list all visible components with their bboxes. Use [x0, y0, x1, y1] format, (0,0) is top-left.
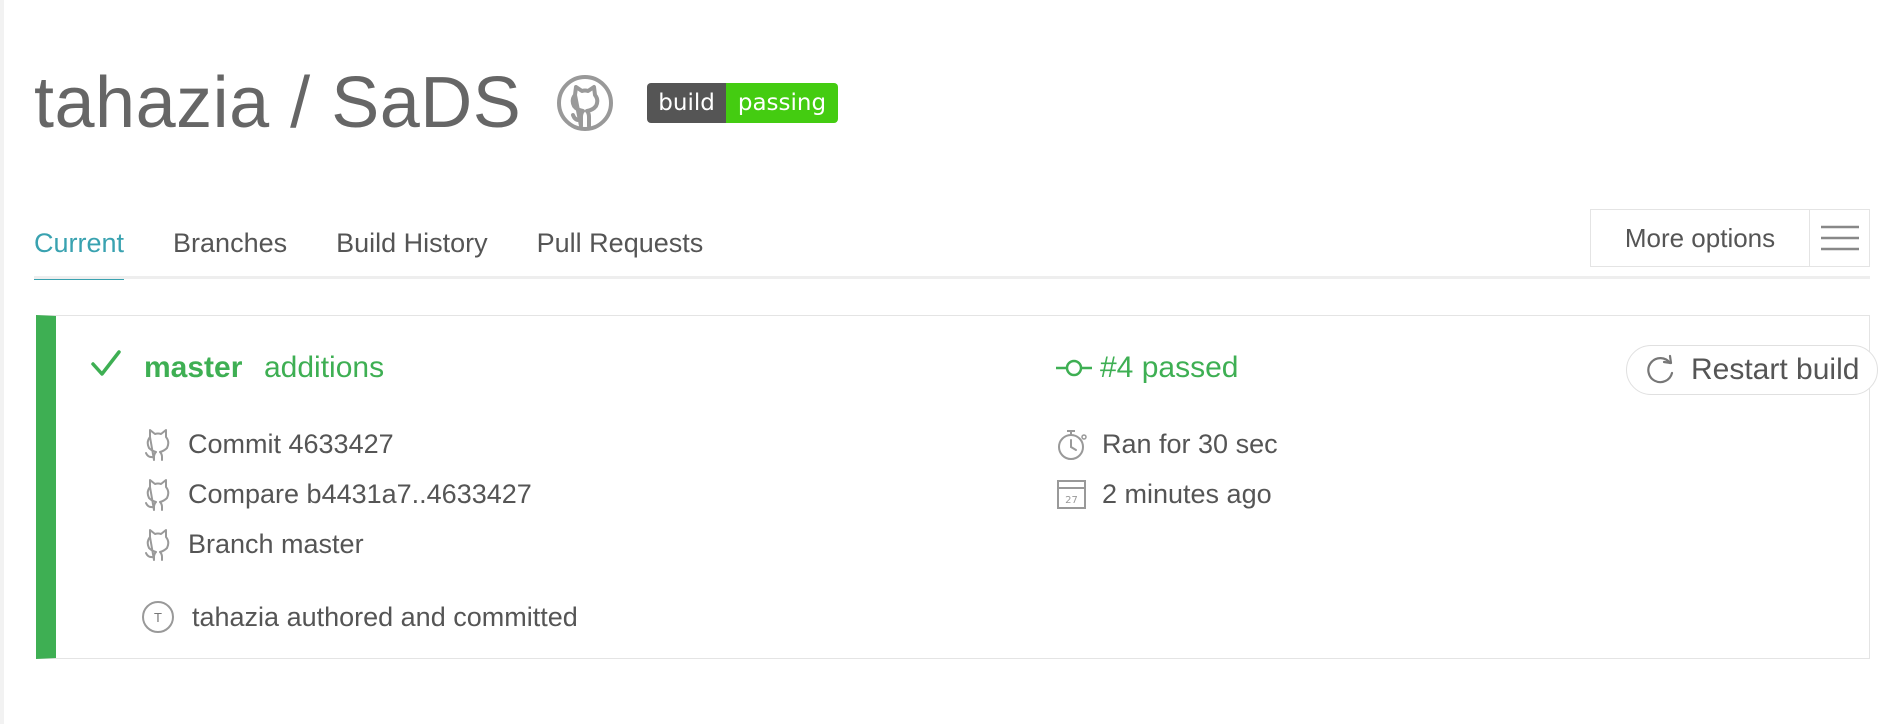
author-avatar: T — [142, 601, 174, 633]
tab-current[interactable]: Current — [34, 222, 125, 280]
github-octocat-icon — [145, 479, 170, 511]
repo-header: tahazia / SaDS build passing — [34, 58, 839, 148]
calendar-day: 27 — [1065, 495, 1078, 506]
commit-link[interactable]: Commit 4633427 — [188, 429, 394, 460]
menu-toggle[interactable] — [1810, 210, 1869, 266]
commit-message: additions — [264, 351, 385, 384]
repo-tabs: Current Branches Build History Pull Requ… — [34, 222, 752, 280]
compare-link[interactable]: Compare b4431a7..4633427 — [188, 479, 532, 510]
commit-node-icon — [1056, 359, 1092, 377]
github-octocat-icon — [145, 429, 170, 461]
github-octocat-icon — [145, 529, 170, 561]
more-options-button[interactable]: More options — [1591, 210, 1810, 266]
compare-row: Compare b4431a7..4633427 — [142, 477, 532, 511]
author-row: T tahazia authored and committed — [142, 601, 578, 633]
tab-branches[interactable]: Branches — [173, 222, 287, 280]
calendar-icon: 27 — [1057, 480, 1086, 509]
restart-build-label: Restart build — [1691, 353, 1860, 386]
repo-title: tahazia / SaDS — [34, 67, 521, 139]
build-status-badge[interactable]: build passing — [647, 83, 839, 123]
current-build-card: master additions #4 passed Restart build… — [36, 315, 1878, 659]
repo-owner-link[interactable]: tahazia — [34, 63, 270, 143]
left-edge — [0, 0, 4, 724]
branch-link[interactable]: Branch master — [188, 529, 364, 560]
badge-label: build — [647, 83, 726, 123]
time-ago-text: 2 minutes ago — [1102, 478, 1272, 509]
build-number-status[interactable]: #4 passed — [1056, 351, 1238, 385]
repo-separator: / — [269, 63, 332, 143]
build-branch-link[interactable]: master — [144, 351, 242, 385]
passed-check-icon — [91, 350, 121, 376]
more-options-dropdown[interactable]: More options — [1590, 209, 1870, 267]
hamburger-icon — [1820, 225, 1859, 251]
restart-icon — [1647, 354, 1674, 384]
stopwatch-icon — [1058, 430, 1087, 460]
duration-row: Ran for 30 sec — [1056, 427, 1278, 461]
tab-pull-requests[interactable]: Pull Requests — [537, 222, 704, 280]
tab-build-history[interactable]: Build History — [336, 222, 488, 280]
commit-row: Commit 4633427 — [142, 427, 394, 461]
badge-status: passing — [725, 83, 839, 123]
repo-name-link[interactable]: SaDS — [331, 63, 521, 143]
build-status-text: #4 passed — [1100, 351, 1239, 384]
branch-row: Branch master — [142, 527, 364, 561]
author-text: tahazia authored and committed — [192, 601, 578, 632]
duration-text: Ran for 30 sec — [1102, 428, 1278, 459]
github-icon[interactable] — [555, 73, 615, 133]
tabs-divider — [34, 276, 1870, 279]
restart-build-button[interactable]: Restart build — [1626, 345, 1878, 395]
time-row: 27 2 minutes ago — [1056, 477, 1272, 511]
